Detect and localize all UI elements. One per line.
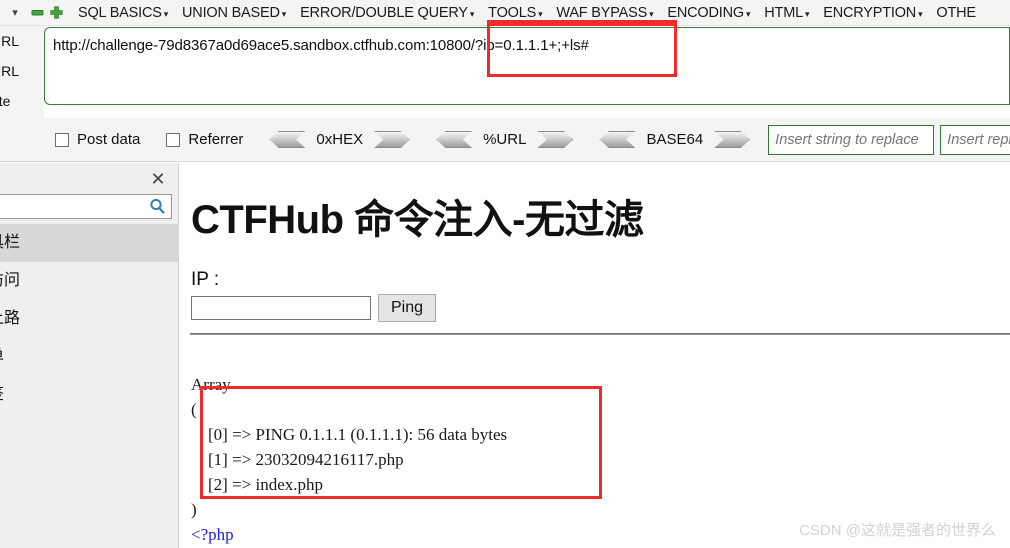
menu-error-double-query[interactable]: ERROR/DOUBLE QUERY ▾	[300, 5, 474, 21]
menu-union-based[interactable]: UNION BASED ▾	[182, 5, 286, 21]
caret-down-icon: ▾	[163, 8, 169, 19]
caret-down-icon: ▾	[538, 8, 543, 19]
menu-label: ENCRYPTION	[823, 4, 917, 21]
sidebar-item-toolbar[interactable]: 具栏	[0, 224, 179, 262]
sidebar-item-label: 访问	[0, 272, 21, 289]
encode-arrow-right-icon[interactable]	[537, 131, 574, 148]
caret-down-icon: ▾	[469, 8, 475, 19]
caret-down-icon: ▾	[745, 8, 751, 19]
php-open-tag: <?php	[191, 525, 234, 544]
split-url-label[interactable]: URL	[0, 56, 44, 86]
post-data-label: Post data	[77, 131, 141, 148]
sidebar-item-label: 具栏	[0, 234, 21, 251]
sidebar-item-bookmark[interactable]: 签	[0, 376, 179, 414]
referrer-checkbox[interactable]: Referrer	[166, 131, 243, 148]
sidebar-search-field[interactable]	[0, 194, 172, 219]
encoder-group-hex: 0xHEX	[269, 131, 411, 148]
encoder-label-base64: BASE64	[646, 131, 704, 148]
caret-down-icon: ▾	[918, 8, 923, 19]
caret-down-icon: ▾	[804, 8, 810, 19]
caret-down-icon: ▾	[649, 8, 654, 19]
load-url-label[interactable]: URL	[0, 26, 44, 56]
plus-button-icon[interactable]	[49, 5, 64, 20]
sidebar-list: 具栏 访问 上路 单 签	[0, 224, 179, 414]
output-red-annotation-box	[200, 386, 602, 499]
menu-label: ENCODING	[667, 4, 744, 21]
sidebar-item-road[interactable]: 上路	[0, 300, 179, 338]
minus-button-icon[interactable]	[30, 5, 45, 20]
close-icon[interactable]: ✕	[148, 169, 168, 189]
replacing-string-input[interactable]	[940, 124, 1010, 155]
encode-arrow-right-icon[interactable]	[714, 131, 751, 148]
menu-label: TOOLS	[488, 4, 537, 21]
menu-encryption[interactable]: ENCRYPTION ▾	[823, 5, 922, 21]
sidebar-item-label: 签	[0, 386, 4, 403]
ip-input[interactable]	[191, 296, 371, 320]
encoder-group-base64: BASE64	[599, 131, 751, 148]
menu-html[interactable]: HTML ▾	[764, 5, 809, 21]
menu-label: WAF BYPASS	[556, 4, 648, 21]
chevron-down-icon[interactable]: ▾	[4, 6, 26, 19]
csdn-watermark: CSDN @这就是强者的世界么	[799, 522, 996, 539]
menu-encoding[interactable]: ENCODING ▾	[667, 5, 750, 21]
ping-button[interactable]: Ping	[378, 294, 436, 322]
caret-down-icon: ▾	[281, 8, 287, 19]
menu-label: ERROR/DOUBLE QUERY	[300, 4, 468, 21]
menu-other[interactable]: OTHE	[936, 4, 976, 21]
hackbar-options-bar: Post data Referrer 0xHEX %URL BASE64	[0, 118, 1010, 162]
menu-label: UNION BASED	[182, 4, 280, 21]
decode-arrow-left-icon[interactable]	[599, 131, 636, 148]
menu-waf-bypass[interactable]: WAF BYPASS ▾	[556, 5, 653, 21]
divider	[190, 333, 1010, 335]
sidebar-item-label: 单	[0, 348, 4, 365]
menu-tools[interactable]: TOOLS ▾	[488, 5, 542, 21]
encoder-label-url: %URL	[483, 131, 527, 148]
menu-label: HTML	[764, 4, 803, 21]
page-title: CTFHub 命令注入-无过滤	[191, 198, 644, 242]
replace-string-input[interactable]	[768, 124, 935, 155]
menu-label: SQL BASICS	[78, 4, 162, 21]
encoder-group-url: %URL	[436, 131, 574, 148]
sidebar-item-label: 上路	[0, 310, 21, 327]
referrer-label: Referrer	[188, 131, 244, 148]
execute-label[interactable]: ute	[0, 86, 44, 116]
sidebar-item-visited[interactable]: 访问	[0, 262, 179, 300]
hackbar-action-labels: URL URL ute	[0, 26, 44, 118]
checkbox-box[interactable]	[166, 132, 181, 147]
url-red-annotation-box	[487, 20, 677, 77]
checkbox-box[interactable]	[55, 132, 69, 147]
screenshot-root: ▾ SQL BASICS ▾ UNION BASED ▾ ERROR/DOUBLE …	[0, 0, 1010, 548]
search-icon[interactable]	[149, 198, 167, 216]
decode-arrow-left-icon[interactable]	[436, 131, 473, 148]
decode-arrow-left-icon[interactable]	[269, 131, 306, 148]
browser-sidebar-panel: ✕ 具栏 访问 上路 单 签	[0, 163, 179, 548]
ip-label: IP :	[191, 269, 220, 290]
encoder-label-hex: 0xHEX	[316, 131, 364, 148]
menu-sql-basics[interactable]: SQL BASICS ▾	[78, 5, 168, 21]
post-data-checkbox[interactable]: Post data	[55, 131, 140, 148]
menu-label: OTHE	[936, 4, 976, 21]
encode-arrow-right-icon[interactable]	[374, 131, 411, 148]
sidebar-item-menu[interactable]: 单	[0, 338, 179, 376]
